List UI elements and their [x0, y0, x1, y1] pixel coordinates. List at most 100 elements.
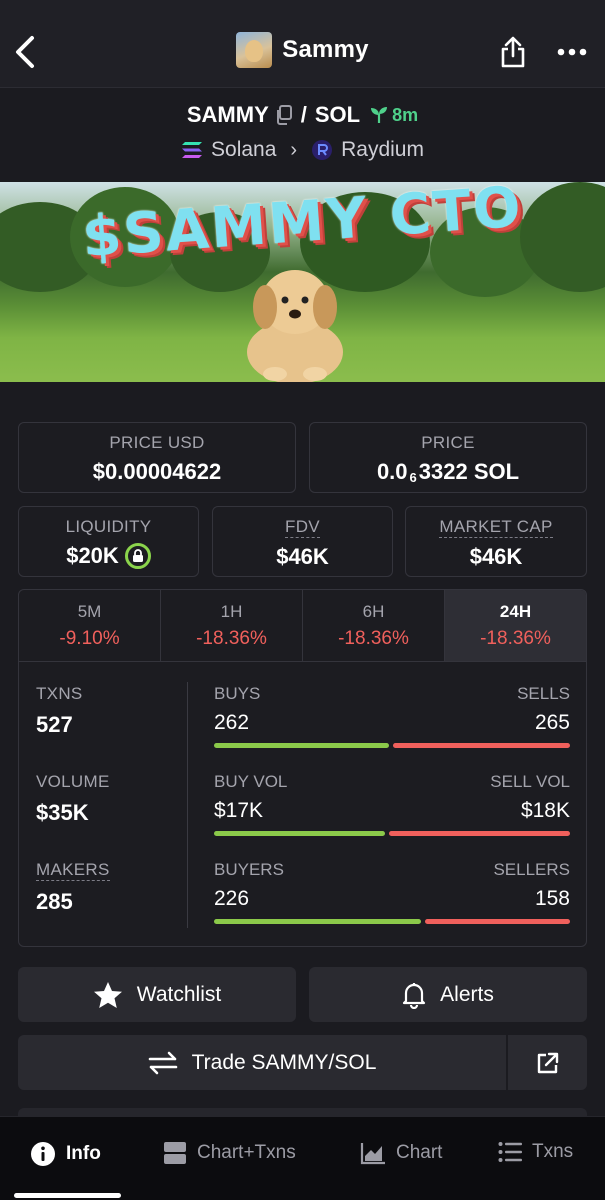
- trading-stats-panel: 5M -9.10% 1H -18.36% 6H -18.36% 24H -18.…: [18, 589, 587, 947]
- sells-bar: [392, 743, 570, 748]
- fdv-card[interactable]: FDV $46K: [212, 506, 393, 577]
- buyers-label: BUYERS: [214, 860, 284, 879]
- sell-vol-bar: [389, 831, 570, 836]
- price-native-prefix: 0.0: [376, 459, 408, 484]
- liquidity-value: $20K: [66, 543, 119, 568]
- bottom-tab-bar: Info Chart+Txns Chart Txns: [0, 1116, 605, 1200]
- buy-sell-volume-ratio-bar: [214, 831, 570, 836]
- more-horizontal-icon: [557, 48, 587, 56]
- chart-txns-icon: [164, 1142, 186, 1164]
- token-avatar: [236, 32, 273, 68]
- liquidity-value-row: $20K: [19, 543, 198, 569]
- chain-dex-breadcrumb: Solana › Raydium: [0, 138, 605, 162]
- external-link-icon: [536, 1051, 560, 1075]
- nav-tab-label: Txns: [532, 1141, 574, 1162]
- puppy-image: [247, 270, 343, 382]
- sprout-icon: [371, 107, 388, 123]
- buys-sells-ratio-bar: [214, 743, 570, 748]
- base-token-symbol: SAMMY: [186, 102, 269, 127]
- pair-header: SAMMY / SOL 8m: [0, 102, 605, 128]
- chain-link[interactable]: Solana: [211, 138, 276, 162]
- tab-6h[interactable]: 6H -18.36%: [303, 590, 445, 661]
- buy-vol-label: BUY VOL: [214, 772, 288, 791]
- trade-button[interactable]: Trade SAMMY/SOL: [18, 1035, 506, 1090]
- liquidity-label: LIQUIDITY: [65, 517, 152, 536]
- price-usd-label: PRICE USD: [109, 433, 205, 452]
- buys-bar: [214, 743, 389, 748]
- bell-icon: [402, 981, 426, 1009]
- price-native-zero-count: 6: [409, 469, 417, 485]
- solana-logo-icon: [181, 141, 203, 159]
- tab-change: -9.10%: [59, 628, 120, 649]
- copy-icon: [276, 105, 292, 125]
- share-button[interactable]: [496, 34, 530, 70]
- pair-separator: /: [300, 102, 307, 127]
- share-icon: [501, 36, 525, 68]
- alerts-button[interactable]: Alerts: [309, 967, 587, 1022]
- buyers-value: 226: [214, 887, 250, 910]
- buys-sells-stat: BUYS SELLS 262 265: [214, 684, 570, 748]
- tab-label: 5M: [77, 602, 102, 621]
- nav-tab-chart[interactable]: Chart: [360, 1141, 442, 1165]
- token-banner-image: $SAMMY CTO: [0, 182, 605, 382]
- sellers-value: 158: [534, 887, 570, 910]
- tab-label: 1H: [220, 602, 243, 621]
- nav-tab-label: Chart+Txns: [197, 1142, 296, 1163]
- quote-token-symbol: SOL: [314, 102, 361, 127]
- makers-label: MAKERS: [36, 860, 110, 881]
- buyers-bar: [214, 919, 422, 924]
- raydium-logo-icon: [311, 139, 333, 161]
- price-native-label: PRICE: [421, 433, 475, 452]
- tab-24h[interactable]: 24H -18.36%: [445, 590, 586, 661]
- fdv-value: $46K: [276, 544, 329, 569]
- sells-label: SELLS: [517, 684, 570, 703]
- sellers-label: SELLERS: [493, 860, 570, 879]
- txns-label: TXNS: [36, 684, 83, 703]
- sellers-bar: [425, 919, 570, 924]
- nav-tab-chart-txns[interactable]: Chart+Txns: [163, 1141, 296, 1165]
- nav-tab-label: Chart: [396, 1142, 443, 1163]
- nav-tab-info[interactable]: Info: [30, 1141, 101, 1167]
- top-nav-bar: Sammy: [0, 0, 605, 88]
- stats-divider: [187, 682, 188, 928]
- tab-change: -18.36%: [338, 628, 409, 649]
- chevron-right-icon: ›: [290, 138, 298, 161]
- watchlist-button[interactable]: Watchlist: [18, 967, 296, 1022]
- buys-value: 262: [214, 711, 250, 734]
- tab-1h[interactable]: 1H -18.36%: [161, 590, 303, 661]
- market-cap-card[interactable]: MARKET CAP $46K: [405, 506, 587, 577]
- liquidity-lock-icon[interactable]: [124, 543, 151, 569]
- price-native-value: 0.0 6 3322 SOL: [310, 459, 586, 485]
- tab-5m[interactable]: 5M -9.10%: [19, 590, 161, 661]
- price-native-suffix: 3322 SOL: [418, 459, 520, 484]
- copy-address-button[interactable]: [275, 105, 293, 125]
- more-options-button[interactable]: [554, 38, 590, 66]
- sell-vol-label: SELL VOL: [490, 772, 570, 791]
- dex-link[interactable]: Raydium: [341, 138, 424, 162]
- timeframe-tabs: 5M -9.10% 1H -18.36% 6H -18.36% 24H -18.…: [19, 590, 586, 662]
- market-cap-label: MARKET CAP: [439, 517, 553, 538]
- list-icon: [498, 1142, 522, 1162]
- buyers-sellers-ratio-bar: [214, 919, 570, 924]
- makers-stat[interactable]: MAKERS 285: [36, 860, 110, 915]
- sells-value: 265: [534, 711, 570, 734]
- info-icon: [31, 1142, 55, 1166]
- pair-age-text: 8m: [392, 104, 419, 125]
- external-trade-link-button[interactable]: [508, 1035, 587, 1090]
- txns-stat: TXNS 527: [36, 684, 83, 738]
- buy-vol-value: $17K: [214, 799, 264, 822]
- buy-vol-bar: [214, 831, 386, 836]
- makers-value: 285: [36, 889, 73, 914]
- swap-arrows-icon: [148, 1051, 178, 1075]
- buys-label: BUYS: [214, 684, 261, 703]
- sell-vol-value: $18K: [520, 799, 570, 822]
- pair-age-badge: 8m: [370, 105, 418, 126]
- stats-body: TXNS 527 VOLUME $35K MAKERS 285 BUYS SEL…: [19, 662, 586, 946]
- market-cap-value: $46K: [469, 544, 523, 569]
- volume-value: $35K: [36, 800, 89, 825]
- nav-tab-txns[interactable]: Txns: [498, 1141, 573, 1163]
- area-chart-icon: [360, 1143, 385, 1165]
- watchlist-label: Watchlist: [136, 982, 222, 1006]
- price-native-card: PRICE 0.0 6 3322 SOL: [309, 422, 587, 493]
- page-title: Sammy: [282, 36, 369, 63]
